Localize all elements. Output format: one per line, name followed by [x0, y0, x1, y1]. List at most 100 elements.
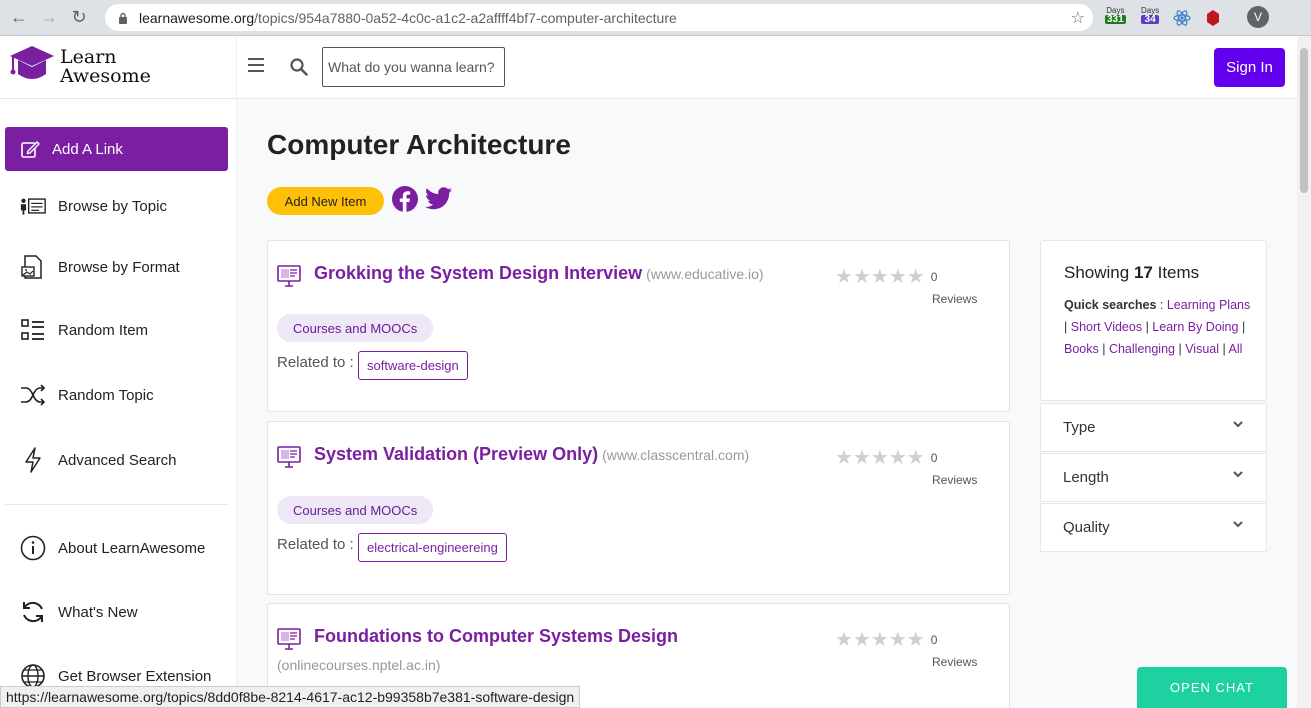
topic-board-icon: [20, 193, 46, 219]
sidebar-item-browse-topic[interactable]: Browse by Topic: [20, 193, 167, 219]
sidebar: Add A Link Browse by Topic Browse by For…: [0, 99, 237, 708]
add-link-label: Add A Link: [52, 140, 123, 158]
main-content: Computer Architecture Add New Item Grokk…: [237, 99, 1297, 708]
sidebar-item-random-item[interactable]: Random Item: [20, 317, 148, 343]
quick-search-link[interactable]: Short Videos: [1071, 320, 1142, 334]
reviews-label: Reviews: [932, 655, 978, 669]
resource-card: Grokking the System Design Interview (www…: [267, 240, 1010, 412]
list-icon: [20, 317, 46, 343]
sign-in-button[interactable]: Sign In: [1214, 48, 1285, 87]
rating-stars[interactable]: ★ ★ ★ ★ ★ 0: [835, 267, 937, 287]
page-scrollbar[interactable]: [1297, 36, 1311, 708]
ruby-extension-icon[interactable]: [1203, 8, 1223, 28]
quick-searches: Quick searches : Learning Plans | Short …: [1064, 298, 1251, 356]
resource-card: System Validation (Preview Only) (www.cla…: [267, 421, 1010, 595]
course-screen-icon: [277, 446, 301, 468]
results-summary-panel: Showing 17 Items Quick searches : Learni…: [1040, 240, 1267, 401]
related-label: Related to :: [277, 354, 354, 371]
resource-title-link[interactable]: Grokking the System Design Interview (www…: [314, 263, 764, 284]
topic-tag[interactable]: software-design: [358, 351, 468, 380]
open-chat-button[interactable]: OPEN CHAT: [1137, 667, 1287, 708]
resource-domain: (www.educative.io): [646, 266, 764, 282]
page-title: Computer Architecture: [267, 129, 571, 160]
reload-icon[interactable]: ↻: [68, 7, 90, 29]
sidebar-item-label: Random Topic: [58, 386, 154, 404]
quick-search-link[interactable]: Books: [1064, 342, 1099, 356]
sidebar-item-label: Advanced Search: [58, 451, 177, 469]
sidebar-item-label: Random Item: [58, 321, 149, 339]
facebook-icon[interactable]: [392, 186, 418, 212]
menu-icon[interactable]: [248, 58, 264, 72]
bookmark-star-icon[interactable]: ☆: [1071, 8, 1085, 28]
react-devtools-icon[interactable]: [1172, 8, 1192, 28]
days-counter-extension[interactable]: Days 331: [1105, 6, 1126, 25]
course-screen-icon: [277, 265, 301, 287]
reviews-label: Reviews: [932, 473, 978, 487]
format-chip[interactable]: Courses and MOOCs: [277, 496, 434, 524]
header-divider: [236, 36, 237, 99]
chevron-down-icon: [1233, 421, 1243, 428]
resource-title-link[interactable]: Foundations to Computer Systems Design: [314, 626, 678, 647]
logo-text: Learn Awesome: [60, 46, 151, 87]
status-bar-url: https://learnawesome.org/topics/8dd0f8be…: [0, 686, 581, 708]
search-input[interactable]: [322, 47, 505, 87]
url-host: learnawesome.org: [139, 9, 255, 26]
sidebar-item-label: Browse by Topic: [58, 197, 167, 215]
results-count: Showing 17 Items: [1064, 263, 1200, 282]
sidebar-item-label: What's New: [58, 603, 138, 621]
facet-quality[interactable]: Quality: [1040, 503, 1267, 552]
rating-stars[interactable]: ★ ★ ★ ★ ★ 0: [835, 630, 937, 650]
resource-domain: (www.classcentral.com): [602, 447, 750, 463]
sidebar-item-advanced-search[interactable]: Advanced Search: [20, 447, 176, 473]
rating-stars[interactable]: ★ ★ ★ ★ ★ 0: [835, 448, 937, 468]
quick-search-link[interactable]: All: [1229, 342, 1243, 356]
sidebar-item-random-topic[interactable]: Random Topic: [20, 382, 154, 408]
twitter-icon[interactable]: [425, 187, 452, 210]
sidebar-item-whats-new[interactable]: What's New: [20, 599, 138, 625]
sidebar-item-label: About LearnAwesome: [58, 539, 206, 557]
sidebar-item-label: Get Browser Extension: [58, 667, 212, 685]
lock-icon: [119, 12, 127, 24]
graduation-cap-icon: [10, 46, 54, 79]
related-label: Related to :: [277, 536, 354, 553]
app-header: Learn Awesome Sign In: [0, 36, 1297, 99]
chevron-down-icon: [1233, 521, 1243, 528]
format-document-icon: [20, 254, 46, 280]
course-screen-icon: [277, 628, 301, 650]
learnawesome-logo[interactable]: Learn Awesome: [8, 44, 151, 90]
quick-search-link[interactable]: Learn By Doing: [1152, 320, 1238, 334]
quick-search-link[interactable]: Visual: [1185, 342, 1219, 356]
add-link-button[interactable]: Add A Link: [5, 127, 228, 171]
shuffle-icon: [20, 382, 46, 408]
scrollbar-thumb[interactable]: [1300, 48, 1308, 193]
address-bar[interactable]: learnawesome.org/topics/954a7880-0a52-4c…: [105, 4, 1093, 31]
quick-search-link[interactable]: Learning Plans: [1167, 298, 1250, 312]
info-icon: [20, 535, 46, 561]
forward-icon[interactable]: →: [38, 7, 60, 29]
reviews-label: Reviews: [932, 292, 978, 306]
sidebar-divider: [5, 504, 228, 505]
profile-avatar[interactable]: V: [1247, 6, 1269, 28]
sidebar-item-browse-format[interactable]: Browse by Format: [20, 254, 180, 280]
quick-search-link[interactable]: Challenging: [1109, 342, 1175, 356]
lightning-icon: [20, 447, 46, 473]
facet-length[interactable]: Length: [1040, 453, 1267, 502]
format-chip[interactable]: Courses and MOOCs: [277, 314, 434, 342]
add-new-item-button[interactable]: Add New Item: [267, 187, 384, 215]
facet-type[interactable]: Type: [1040, 403, 1267, 452]
refresh-icon: [20, 599, 46, 625]
sidebar-item-about[interactable]: About LearnAwesome: [20, 535, 205, 561]
days-counter-extension-2[interactable]: Days 34: [1141, 6, 1160, 25]
back-icon[interactable]: ←: [8, 7, 30, 29]
rating-count: 0: [930, 270, 938, 284]
search-icon[interactable]: [290, 58, 308, 76]
topic-tag[interactable]: electrical-engineereing: [358, 533, 507, 562]
rating-count: 0: [930, 451, 938, 465]
resource-domain: (onlinecourses.nptel.ac.in): [277, 657, 441, 673]
rating-count: 0: [930, 633, 938, 647]
chevron-down-icon: [1233, 471, 1243, 478]
url-path: /topics/954a7880-0a52-4c0c-a1c2-a2affff4…: [254, 9, 677, 26]
sidebar-item-label: Browse by Format: [58, 258, 180, 276]
browser-toolbar: ← → ↻ learnawesome.org/topics/954a7880-0…: [0, 0, 1311, 36]
resource-title-link[interactable]: System Validation (Preview Only) (www.cla…: [314, 444, 749, 465]
